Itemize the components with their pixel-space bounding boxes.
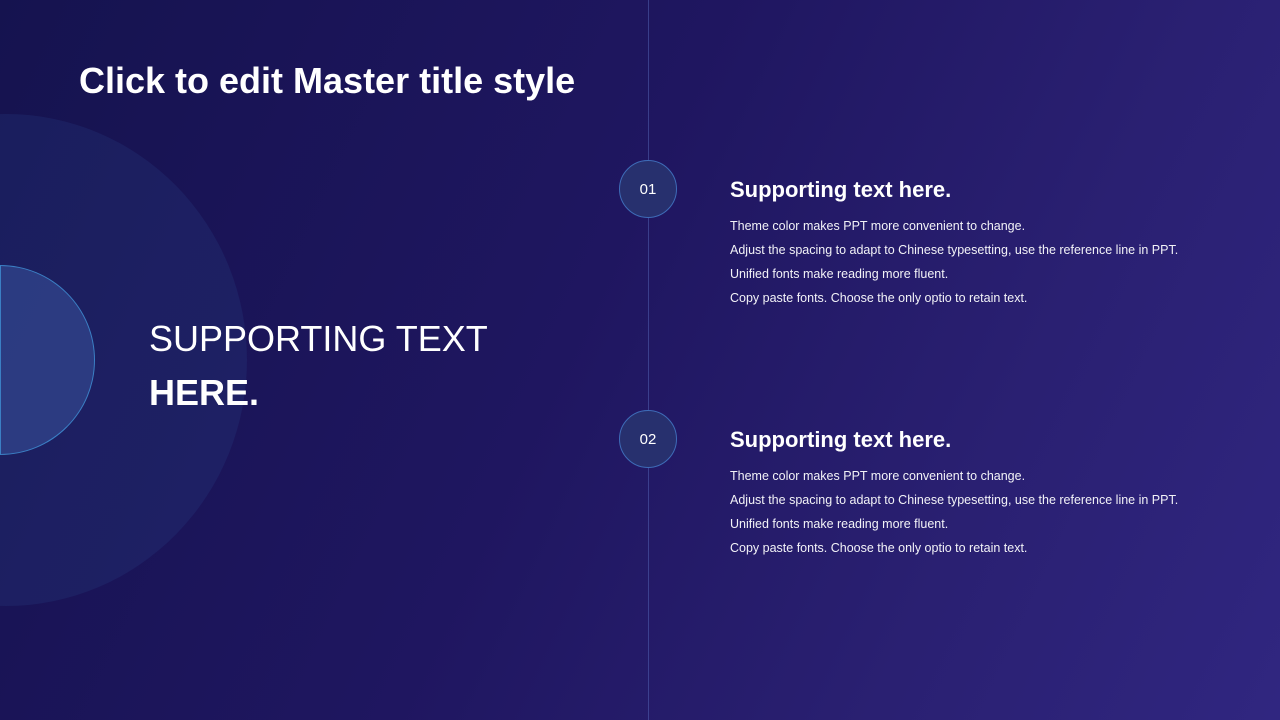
item-body: Theme color makes PPT more convenient to… [730, 214, 1178, 310]
item-body-line: Unified fonts make reading more fluent. [730, 517, 949, 531]
item-body-line: Theme color makes PPT more convenient to… [730, 219, 1026, 233]
left-supporting-text[interactable]: SUPPORTING TEXT HERE. [149, 312, 488, 420]
content-item-02[interactable]: Supporting text here. Theme color makes … [730, 426, 1178, 560]
left-text-line-1: SUPPORTING TEXT [149, 318, 488, 359]
item-heading: Supporting text here. [730, 177, 952, 202]
slide-title[interactable]: Click to edit Master title style [79, 60, 575, 102]
item-heading: Supporting text here. [730, 427, 952, 452]
item-body-line: Adjust the spacing to adapt to Chinese t… [730, 243, 1179, 257]
item-body-line: Copy paste fonts. Choose the only optio … [730, 291, 1028, 305]
left-text-line-2: HERE. [149, 372, 260, 413]
number-badge-01: 01 [619, 160, 677, 218]
number-badge-02: 02 [619, 410, 677, 468]
item-body: Theme color makes PPT more convenient to… [730, 464, 1178, 560]
item-body-line: Unified fonts make reading more fluent. [730, 267, 949, 281]
vertical-timeline-line [648, 0, 649, 720]
content-item-01[interactable]: Supporting text here. Theme color makes … [730, 176, 1178, 310]
slide-canvas: Click to edit Master title style SUPPORT… [0, 0, 1280, 720]
item-body-line: Adjust the spacing to adapt to Chinese t… [730, 493, 1179, 507]
item-body-line: Copy paste fonts. Choose the only optio … [730, 541, 1028, 555]
item-body-line: Theme color makes PPT more convenient to… [730, 469, 1026, 483]
